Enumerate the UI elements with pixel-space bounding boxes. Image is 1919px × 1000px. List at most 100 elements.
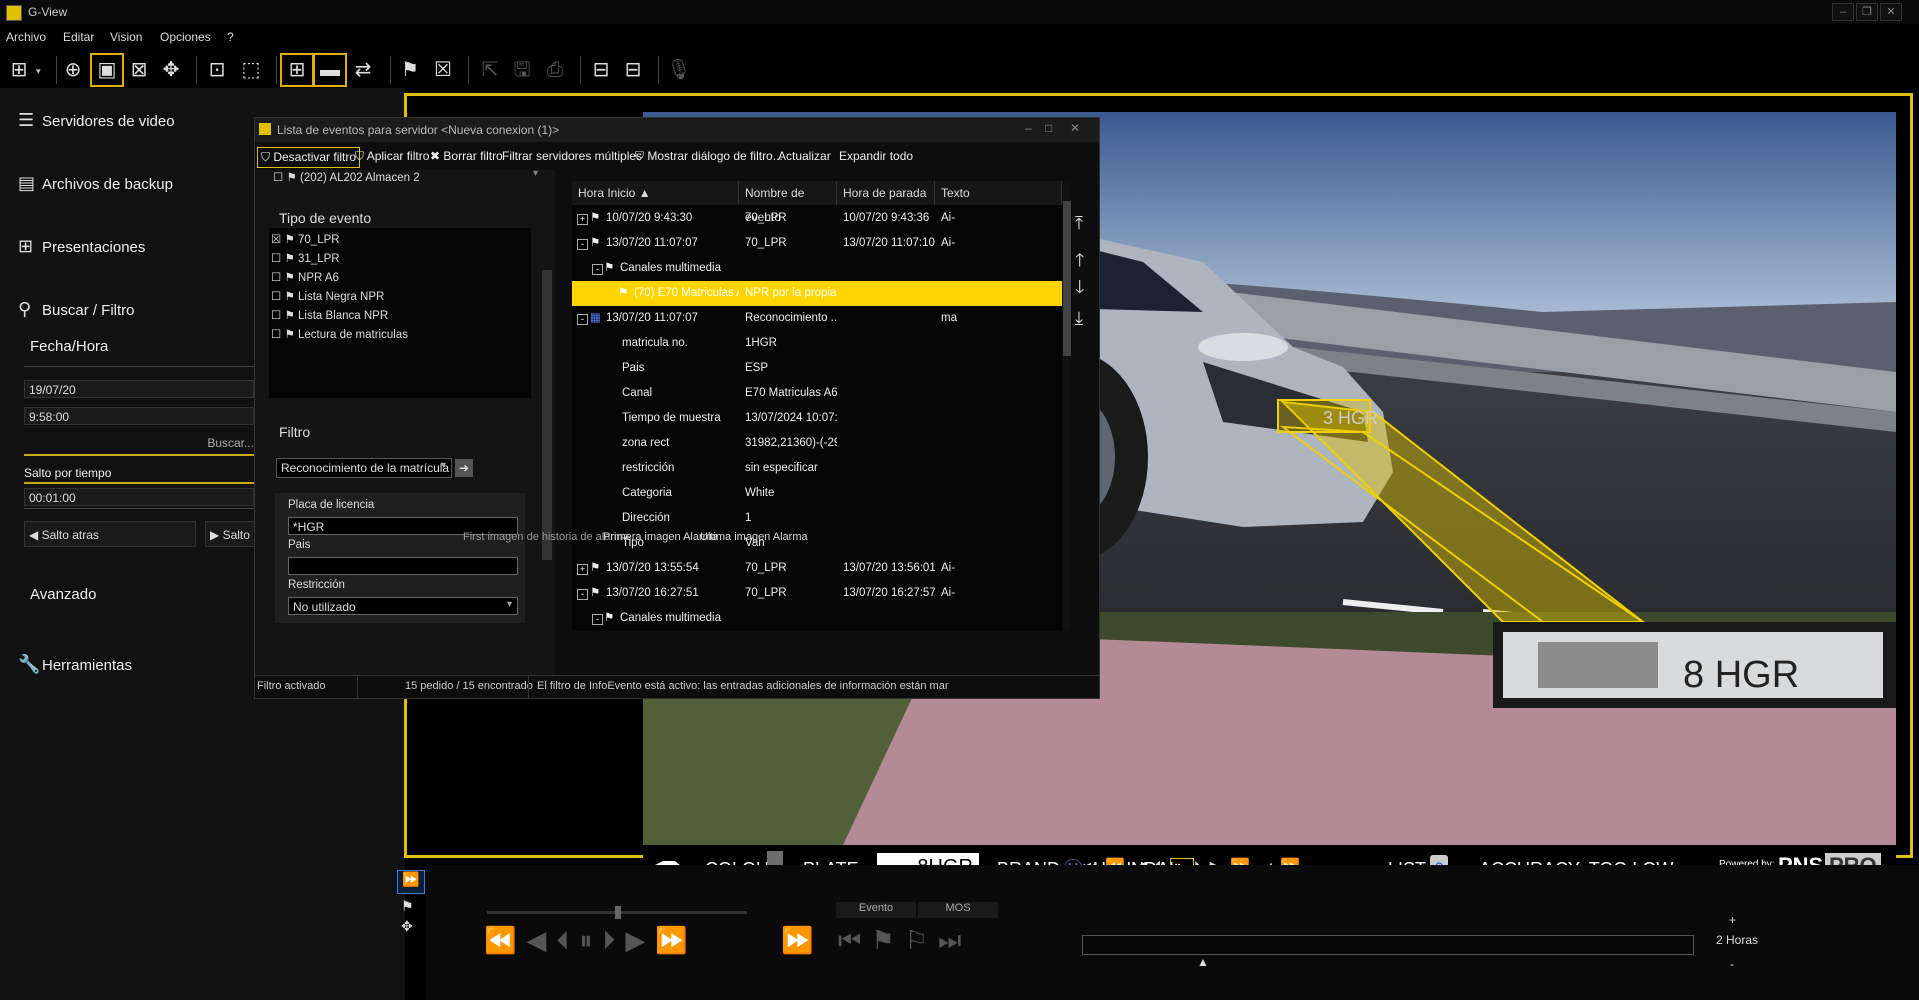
menu-archivo[interactable]: Archivo (6, 30, 46, 44)
table-row[interactable]: - ⚑ Canales multimedia (572, 606, 1062, 631)
table-row[interactable]: - ⚑ 13/07/20 16:27:51 70_LPR 13/07/20 16:27:… (572, 581, 1062, 606)
table-row[interactable]: zona rect 31982,21360)-(-29... (572, 431, 1062, 456)
move-top-icon[interactable]: ⤒ (1075, 213, 1083, 234)
table-row[interactable]: Canal E70 Matriculas A6 ... (572, 381, 1062, 406)
apply-arrow-button[interactable]: ➜ (455, 459, 473, 477)
time-field[interactable]: 9:58:00 (24, 407, 254, 425)
swap-icon[interactable]: ⇄ (348, 55, 378, 85)
show-filter-dialog-button[interactable]: ⛉ Mostrar diálogo de filtro... (635, 149, 783, 164)
chevron-down-icon[interactable]: ▾ (441, 460, 446, 471)
menu-help[interactable]: ? (227, 30, 234, 44)
table-row[interactable]: - ⚑ Canales multimedia (572, 256, 1062, 281)
fullscreen-icon[interactable]: ⊞ (280, 53, 314, 87)
date-field[interactable]: 19/07/20 (24, 380, 254, 398)
advanced-heading[interactable]: Avanzado (30, 586, 96, 603)
expand-all-button[interactable]: Expandir todo (839, 149, 913, 163)
fast-forward-icon[interactable]: ⏩ (781, 925, 813, 956)
table-row[interactable]: restricción sin especificar (572, 456, 1062, 481)
table-row[interactable]: matricula no. 1HGR (572, 331, 1062, 356)
dialog-minimize-button[interactable]: – (1025, 121, 1032, 135)
save-icon[interactable]: 🖫 (507, 55, 537, 85)
forward-button[interactable]: ▶ Salto (205, 521, 257, 547)
disable-filter-button[interactable]: ⛉ Desactivar filtro (257, 147, 361, 168)
close-box-icon[interactable]: ☒ (428, 55, 458, 85)
zoom-out-button[interactable]: - (1730, 957, 1734, 971)
move-bottom-icon[interactable]: ⤓ (1075, 308, 1083, 329)
table-row[interactable]: Tiempo de muestra 13/07/2024 10:07:09 (572, 406, 1062, 431)
timeline[interactable] (1082, 935, 1694, 955)
move-up-icon[interactable]: 🡑 (1075, 248, 1084, 278)
close-button[interactable]: ✕ (1880, 3, 1902, 21)
zoom-icon[interactable]: ⊕ (58, 55, 88, 85)
event-type-item[interactable]: ☐ ⚑ 31_LPR (271, 251, 340, 265)
search-button[interactable]: Buscar... (24, 433, 254, 450)
table-row[interactable]: ⚑ (70) E70 Matriculas A6 NPR por la propia… (572, 281, 1062, 306)
sidebar-item-servers[interactable]: ☰ Servidores de video (18, 110, 175, 131)
grid-scrollbar[interactable] (1063, 181, 1071, 631)
chevron-down-icon[interactable]: ▾ (533, 168, 538, 179)
chevron-down-icon[interactable]: ▾ (36, 66, 41, 77)
restriction-select[interactable]: No utilizado (288, 597, 518, 615)
menu-editar[interactable]: Editar (63, 30, 94, 44)
column-header-stop[interactable]: Hora de parada (837, 181, 935, 205)
jump-field[interactable]: 00:01:00 (24, 488, 254, 506)
back-button[interactable]: ◀ Salto atras (24, 521, 196, 547)
tab-mos[interactable]: MOS (918, 902, 998, 918)
event-type-item[interactable]: ☐ ⚑ Lectura de matriculas (271, 327, 408, 341)
column-header-name[interactable]: Nombre de evento (739, 181, 837, 224)
sidebar-item-tools[interactable]: 🔧 Herramientas (18, 654, 132, 675)
event-type-item[interactable]: ☐ ⚑ NPR A6 (271, 270, 339, 284)
frame-controls[interactable]: ⏮⚑⚐⏭ (838, 925, 971, 957)
menu-vision[interactable]: Vision (110, 30, 142, 44)
print-icon[interactable]: ⎙ (540, 55, 570, 85)
expand-icon[interactable]: + (577, 564, 588, 575)
collapse-icon[interactable]: - (577, 314, 588, 325)
apply-filter-button[interactable]: ⛉ Aplicar filtro (355, 149, 429, 164)
refresh-button[interactable]: Actualizar (778, 149, 831, 163)
country-field[interactable] (288, 557, 518, 575)
filter-select[interactable]: Reconocimiento de la matrícula (276, 458, 452, 478)
export-icon[interactable]: ⇱ (475, 55, 505, 85)
menu-opciones[interactable]: Opciones (160, 30, 211, 44)
timeline-marker-icon[interactable]: ▲ (1197, 955, 1209, 969)
sidebar-item-presentations[interactable]: ⊞ Presentaciones (18, 236, 145, 257)
clear-filter-button[interactable]: ✖ Borrar filtro (430, 149, 503, 163)
collapse-icon[interactable]: - (577, 589, 588, 600)
checkbox[interactable]: ☐ (273, 172, 287, 184)
filter-scrollbar[interactable] (542, 270, 552, 560)
collapse-icon[interactable]: - (592, 614, 603, 625)
sidebar-item-backup[interactable]: ▤ Archivos de backup (18, 173, 173, 194)
table-row[interactable]: - ▦ 13/07/20 11:07:07 Reconocimiento ... ma (572, 306, 1062, 331)
chevron-down-icon[interactable]: ▾ (507, 599, 512, 610)
tab-event[interactable]: Evento (836, 902, 916, 918)
collapse-icon[interactable]: - (577, 239, 588, 250)
table-row[interactable]: Pais ESP (572, 356, 1062, 381)
speed-slider[interactable] (487, 906, 747, 919)
table-row[interactable]: + ⚑ 10/07/20 9:43:30 70_LPR 10/07/20 9:43:36… (572, 206, 1062, 231)
server-item[interactable]: ☐ ⚑ (202) AL202 Almacen 2 (273, 170, 420, 184)
split-right-icon[interactable]: ⊟ (618, 55, 648, 85)
sidebar-item-search[interactable]: ⚲ Buscar / Filtro (18, 299, 135, 320)
layout-icon[interactable]: ⊞ (4, 55, 34, 85)
move-down-icon[interactable]: 🡓 (1075, 275, 1084, 305)
column-header-start[interactable]: Hora Inicio ▲ (572, 181, 739, 205)
column-header-text[interactable]: Texto (935, 181, 1062, 205)
scroll-thumb[interactable] (1063, 201, 1071, 356)
table-row[interactable]: Dirección 1 (572, 506, 1062, 531)
split-left-icon[interactable]: ⊟ (586, 55, 616, 85)
event-type-item[interactable]: ☐ ⚑ Lista Blanca NPR (271, 308, 388, 322)
collapse-icon[interactable]: - (592, 264, 603, 275)
dialog-close-button[interactable]: ✕ (1070, 121, 1080, 135)
table-row[interactable]: + ⚑ 13/07/20 13:55:54 70_LPR 13/07/20 13:56:… (572, 556, 1062, 581)
flag-icon[interactable]: ⚑ (395, 55, 425, 85)
select-area-icon[interactable]: ⬚ (236, 55, 266, 85)
grid-select-icon[interactable]: ⊠ (124, 55, 154, 85)
event-type-item[interactable]: ☐ ⚑ Lista Negra NPR (271, 289, 384, 303)
event-type-item[interactable]: ☒ ⚑ 70_LPR (271, 232, 340, 246)
move-handle-icon[interactable]: ✥ (401, 918, 413, 935)
table-row[interactable]: - ⚑ 13/07/20 11:07:07 70_LPR 13/07/20 11:07:… (572, 231, 1062, 256)
move-icon[interactable]: ✥ (156, 55, 186, 85)
sync-playback-icon[interactable]: ⏩ (397, 870, 425, 894)
table-row[interactable]: Categoria White (572, 481, 1062, 506)
speed-slider-handle[interactable] (615, 906, 621, 919)
